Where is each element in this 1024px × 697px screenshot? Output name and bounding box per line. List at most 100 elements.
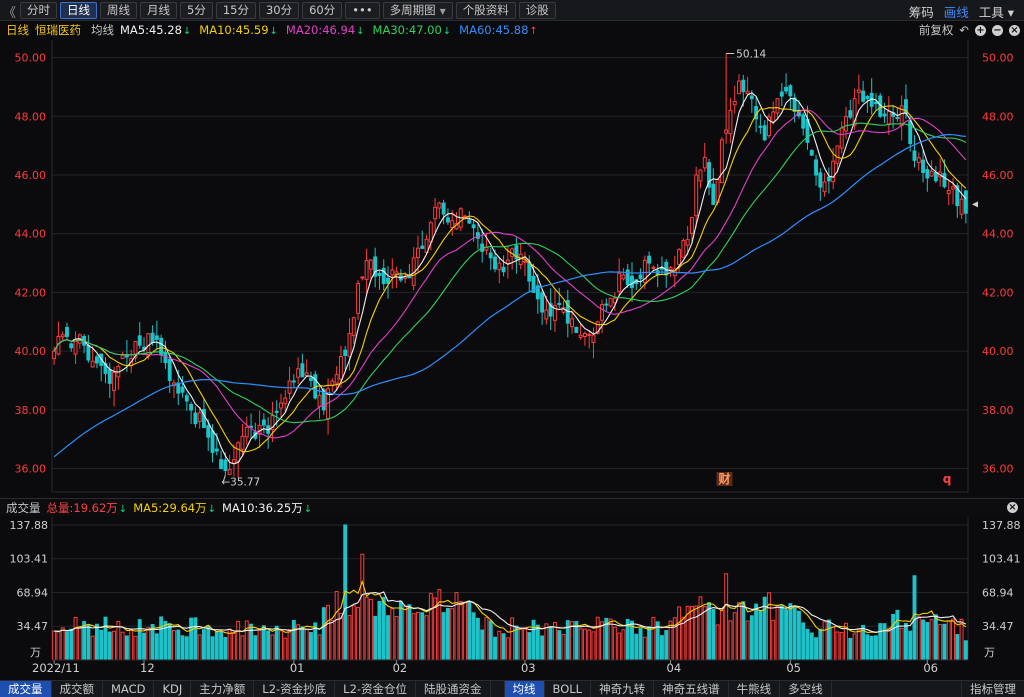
volume-bar-up bbox=[724, 573, 729, 661]
candle-down bbox=[150, 332, 155, 343]
candle-down bbox=[167, 359, 172, 381]
volume-bar-up bbox=[959, 618, 964, 661]
candle-up bbox=[283, 397, 288, 405]
indicator-tab[interactable]: 成交额 bbox=[52, 681, 103, 697]
volume-bar-down bbox=[99, 629, 104, 661]
candle-down bbox=[343, 349, 348, 356]
candle-up bbox=[437, 202, 442, 209]
candle-down bbox=[741, 79, 746, 93]
volume-bar-up bbox=[236, 620, 241, 661]
volume-bar-up bbox=[938, 624, 943, 661]
volume-bar-down bbox=[963, 640, 968, 661]
volume-bar-up bbox=[283, 637, 288, 661]
overlay-tab[interactable]: 神奇九转 bbox=[591, 681, 655, 697]
volume-bar-up bbox=[146, 627, 151, 661]
volume-bar-down bbox=[749, 615, 754, 661]
candle-down bbox=[779, 91, 784, 97]
volume-bar-up bbox=[570, 621, 575, 661]
candle-down bbox=[176, 382, 181, 394]
volume-bar-up bbox=[600, 621, 604, 661]
candle-up bbox=[296, 368, 301, 378]
volume-bar-up bbox=[694, 605, 699, 661]
candle-up bbox=[600, 304, 604, 321]
volume-bar-down bbox=[201, 629, 206, 661]
volume-bar-down bbox=[193, 617, 198, 661]
volume-bar-up bbox=[197, 634, 202, 661]
high-label: 50.14 bbox=[736, 49, 766, 61]
volume-bar-up bbox=[510, 617, 515, 661]
candle-up bbox=[416, 247, 420, 259]
indicator-tab[interactable]: L2-资金抄底 bbox=[254, 681, 336, 697]
indicator-manage-button[interactable]: 指标管理 bbox=[961, 681, 1024, 697]
volume-bar-down bbox=[818, 628, 823, 661]
indicator-tab[interactable]: 陆股通资金 bbox=[416, 681, 491, 697]
candle-up bbox=[728, 109, 733, 135]
volume-bar-down bbox=[921, 619, 926, 661]
volume-bar-down bbox=[300, 626, 305, 661]
volume-bar-down bbox=[638, 627, 643, 661]
volume-bar-up bbox=[946, 620, 951, 661]
candle-up bbox=[621, 274, 626, 280]
candle-down bbox=[527, 261, 532, 282]
candle-up bbox=[112, 371, 117, 391]
volume-bar-up bbox=[771, 619, 776, 661]
candle-down bbox=[475, 232, 480, 239]
current-price-pointer bbox=[972, 201, 978, 208]
volume-bar-up bbox=[356, 607, 361, 661]
volume-bar-up bbox=[715, 624, 720, 661]
price-grid bbox=[51, 40, 969, 493]
indicator-tab[interactable]: KDJ bbox=[154, 681, 192, 697]
indicator-tab[interactable]: 成交量 bbox=[0, 681, 52, 697]
overlay-tab[interactable]: 均线 bbox=[504, 681, 545, 697]
candle-up bbox=[839, 127, 844, 149]
candle-down bbox=[107, 369, 112, 384]
volume-bar-down bbox=[514, 625, 519, 661]
volume-tick-left: 137.88 bbox=[10, 519, 49, 532]
overlay-tab[interactable]: 神奇五线谱 bbox=[654, 681, 729, 697]
candle-down bbox=[801, 114, 806, 129]
overlay-tab[interactable]: BOLL bbox=[545, 681, 592, 697]
candle-down bbox=[300, 363, 305, 378]
volume-label: 成交量 bbox=[6, 500, 41, 515]
candle-down bbox=[865, 96, 870, 100]
volume-bar-up bbox=[505, 637, 510, 661]
close-icon[interactable]: × bbox=[1007, 502, 1018, 513]
volume-bar-down bbox=[796, 610, 801, 661]
volume-tick-left: 34.47 bbox=[17, 620, 49, 633]
candle-down bbox=[261, 419, 266, 426]
candle-down bbox=[758, 125, 763, 128]
volume-bar-down bbox=[321, 607, 326, 661]
volume-tick-right: 103.41 bbox=[982, 553, 1021, 566]
overlay-tab[interactable]: 多空线 bbox=[780, 681, 832, 697]
volume-bar-down bbox=[103, 616, 108, 661]
indicator-tab[interactable]: MACD bbox=[103, 681, 155, 697]
volume-bar-down bbox=[878, 623, 883, 661]
candle-down bbox=[963, 190, 968, 214]
stock-chart[interactable]: 50.00 50.00 48.00 48.00 46.00 46.00 44.00 44.00… bbox=[0, 0, 1024, 680]
candle-down bbox=[557, 302, 562, 305]
indicator-tab[interactable]: 主力净额 bbox=[191, 681, 255, 697]
price-tick-right: 42.00 bbox=[982, 286, 1014, 299]
candle-down bbox=[219, 459, 224, 470]
candle-down bbox=[749, 95, 754, 100]
month-label: 01 bbox=[290, 661, 305, 675]
volume-bar-down bbox=[741, 601, 746, 661]
volume-bar-up bbox=[745, 620, 750, 661]
volume-unit-right: 万 bbox=[984, 646, 995, 659]
volume-bar-down bbox=[386, 615, 390, 661]
month-label: 12 bbox=[140, 661, 155, 675]
month-label: 06 bbox=[923, 661, 938, 675]
candle-up bbox=[737, 80, 741, 95]
candle-down bbox=[630, 275, 634, 289]
volume-bar-down bbox=[86, 624, 91, 661]
candle-down bbox=[788, 85, 793, 97]
volume-bar-down bbox=[647, 626, 652, 661]
candle-down bbox=[818, 172, 823, 188]
volume-bar-down bbox=[445, 607, 450, 661]
volume-bar-down bbox=[249, 623, 253, 661]
price-tick-left: 46.00 bbox=[15, 169, 47, 182]
overlay-tab[interactable]: 牛熊线 bbox=[729, 681, 781, 697]
candle-up bbox=[236, 442, 241, 463]
indicator-tab[interactable]: L2-资金仓位 bbox=[335, 681, 417, 697]
volume-bar-down bbox=[142, 632, 146, 661]
